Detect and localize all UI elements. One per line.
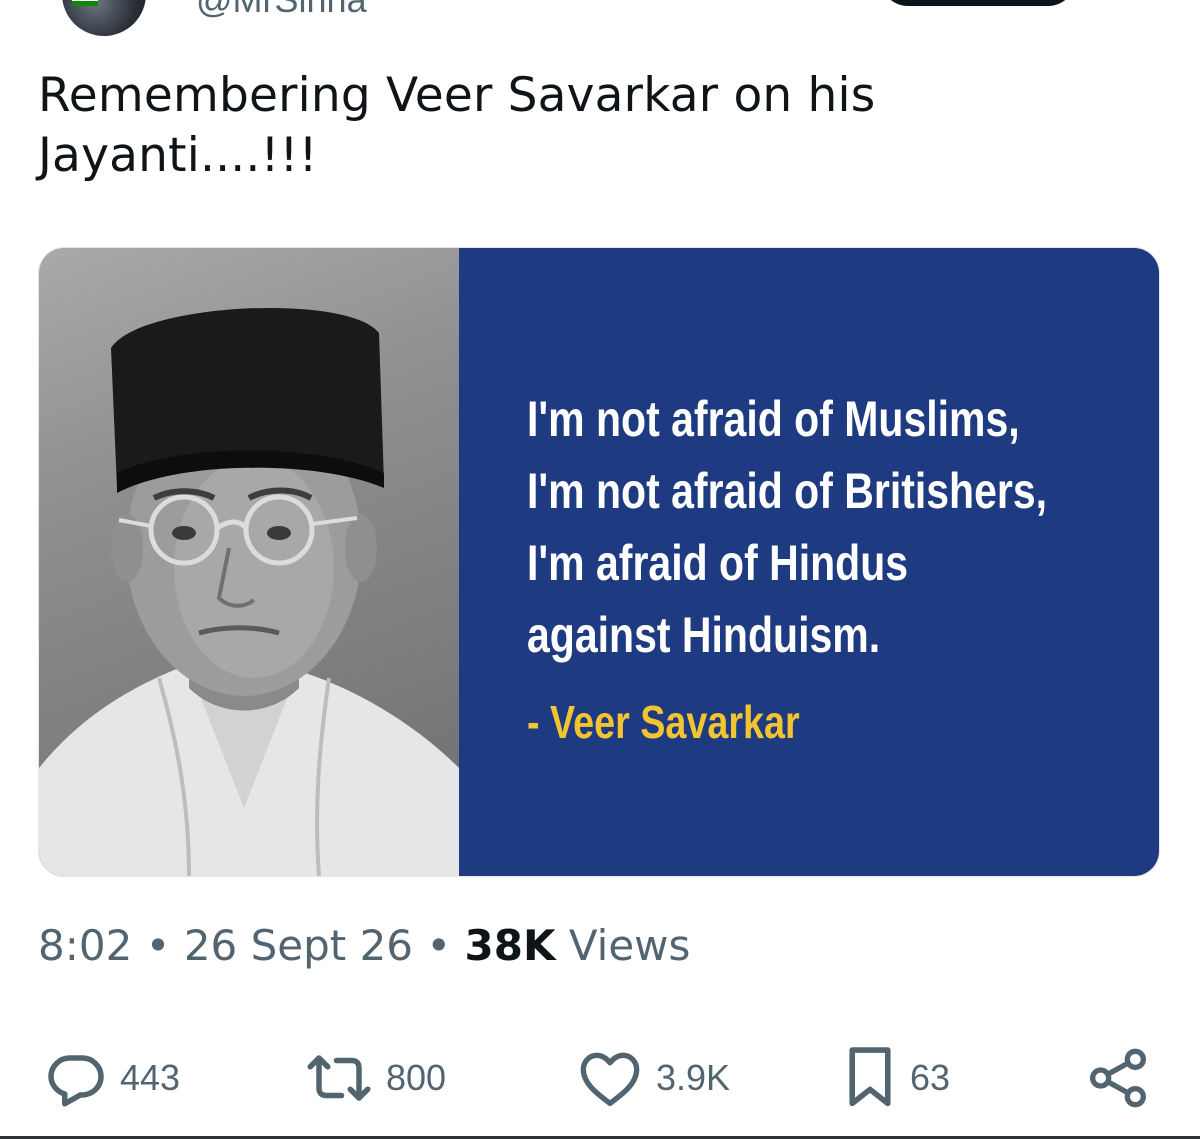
views-label: Views — [555, 921, 691, 970]
reply-icon — [46, 1048, 106, 1108]
repost-count: 800 — [386, 1057, 447, 1098]
share-button[interactable] — [1086, 1040, 1150, 1116]
quote-line: I'm afraid of Hindus — [527, 535, 909, 591]
quote-author: - Veer Savarkar — [527, 696, 800, 748]
separator: • — [413, 921, 465, 970]
quote-line: against Hinduism. — [527, 607, 881, 663]
quote-line: I'm not afraid of Muslims, — [527, 391, 1020, 447]
user-handle[interactable]: @MrSinha — [196, 0, 367, 20]
tweet-date[interactable]: 26 Sept 26 — [184, 921, 413, 970]
bookmark-icon — [844, 1045, 896, 1111]
follow-button[interactable] — [880, 0, 1076, 6]
quote-line: I'm not afraid of Britishers, — [527, 463, 1048, 519]
like-icon — [578, 1048, 642, 1108]
quote-panel: I'm not afraid of Muslims, I'm not afrai… — [459, 248, 1159, 876]
flag-badge — [72, 0, 98, 6]
share-icon — [1086, 1046, 1150, 1110]
bookmark-button[interactable]: 63 — [844, 1040, 950, 1116]
tweet-time[interactable]: 8:02 — [38, 921, 132, 970]
views-count: 38K — [464, 921, 556, 970]
avatar[interactable] — [62, 0, 146, 36]
quote-text: I'm not afraid of Muslims, I'm not afrai… — [527, 383, 1047, 671]
repost-icon — [306, 1048, 372, 1108]
repost-button[interactable]: 800 — [306, 1040, 446, 1116]
tweet-media[interactable]: I'm not afraid of Muslims, I'm not afrai… — [38, 247, 1160, 877]
tweet-meta: 8:02 • 26 Sept 26 • 38K Views — [38, 918, 690, 974]
tweet-text: Remembering Veer Savarkar on his Jayanti… — [38, 68, 876, 183]
separator: • — [132, 921, 184, 970]
like-count: 3.9K — [656, 1057, 731, 1098]
reply-button[interactable]: 443 — [46, 1040, 180, 1116]
like-button[interactable]: 3.9K — [578, 1040, 730, 1116]
reply-count: 443 — [120, 1057, 181, 1098]
action-bar: 443 800 3.9K 63 — [38, 1040, 1158, 1116]
bookmark-count: 63 — [910, 1057, 951, 1098]
portrait-photo — [39, 248, 459, 876]
